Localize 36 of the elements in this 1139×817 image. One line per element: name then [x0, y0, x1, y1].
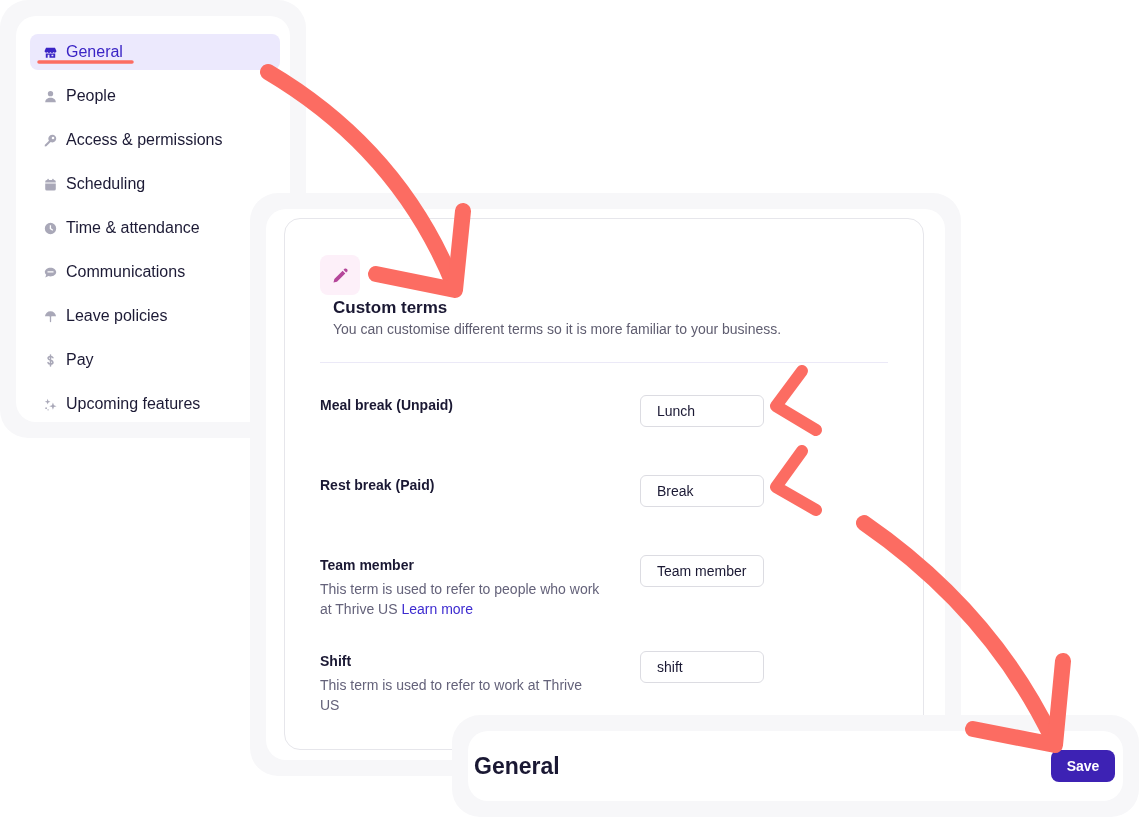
sidebar-item[interactable]: Access & permissions — [30, 122, 227, 158]
page-title: General — [474, 751, 560, 781]
pencil-icon — [320, 255, 360, 295]
save-button[interactable]: Save — [1051, 750, 1115, 782]
field-description: This term is used to refer to work at Thrive US — [320, 676, 583, 715]
sidebar-item[interactable]: Leave policies — [30, 298, 172, 334]
chat-bubble-icon — [44, 265, 57, 279]
dollar-icon — [44, 353, 57, 367]
field-description: This term is used to refer to people who work at Thrive US Learn more — [320, 580, 601, 619]
field-label: Meal break (Unpaid) — [320, 396, 455, 415]
calendar-icon — [44, 177, 57, 191]
text-input[interactable]: Team member — [640, 555, 764, 587]
text-input[interactable]: Break — [640, 475, 764, 507]
clock-icon — [44, 221, 57, 235]
field-label: Team member — [320, 556, 415, 575]
text-input[interactable]: shift — [640, 651, 764, 683]
learn-more-link[interactable]: Learn more — [401, 601, 474, 617]
section-description: You can customise different terms so it is more familiar to your business. — [333, 320, 783, 338]
sidebar-item[interactable]: People — [30, 78, 120, 114]
sidebar-item[interactable]: Pay — [30, 342, 98, 378]
store-icon — [44, 45, 57, 59]
hand-drawn-chevron — [770, 445, 822, 516]
section-title: Custom terms — [333, 298, 449, 318]
sidebar-item[interactable]: Communications — [30, 254, 190, 290]
sparkles-icon — [44, 397, 57, 411]
sidebar-item[interactable]: Upcoming features — [30, 386, 205, 422]
sidebar-item[interactable]: Time & attendance — [30, 210, 204, 246]
field-label: Rest break (Paid) — [320, 476, 436, 495]
hand-drawn-chevron — [770, 365, 822, 436]
key-icon — [44, 133, 57, 147]
field-label: Shift — [320, 652, 353, 671]
person-icon — [44, 89, 57, 103]
text-input[interactable]: Lunch — [640, 395, 764, 427]
umbrella-icon — [44, 309, 57, 323]
sidebar-item[interactable]: Scheduling — [30, 166, 150, 202]
sidebar-item[interactable]: General — [30, 34, 280, 70]
